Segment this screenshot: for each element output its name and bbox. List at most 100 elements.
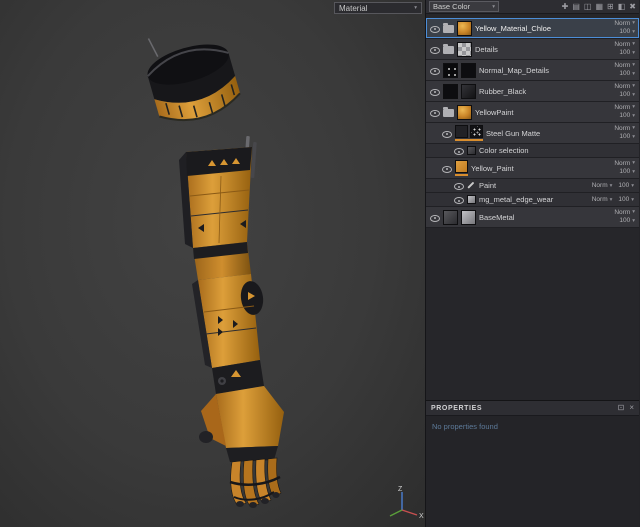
visibility-eye-icon[interactable]: [441, 163, 452, 174]
chevron-down-icon: ▾: [631, 196, 634, 203]
blend-mode-dropdown[interactable]: Norm ▾: [614, 20, 635, 28]
layer-row-normal-map-details[interactable]: Normal_Map_Details Norm ▾ 100 ▾: [426, 60, 639, 81]
opacity-dropdown[interactable]: 100 ▾: [619, 49, 635, 57]
mask-thumbnail[interactable]: [455, 125, 468, 138]
smart-material-icon[interactable]: ▦: [595, 2, 603, 11]
folder-icon: [443, 106, 454, 117]
opacity-dropdown[interactable]: 100 ▾: [618, 196, 634, 203]
texturing-app-window: Material ▾ Z X Base Color ▾ ✚ ▤ ◫ ▦ ⊞ ◧ …: [0, 0, 640, 527]
layer-thumbnail[interactable]: [461, 83, 476, 99]
visibility-eye-icon[interactable]: [441, 128, 452, 139]
axis-gizmo[interactable]: Z X: [382, 482, 426, 524]
folder-icon: [443, 22, 454, 33]
add-folder-icon[interactable]: ⊞: [607, 2, 614, 11]
add-mask-icon[interactable]: ◧: [618, 2, 626, 11]
chevron-down-icon: ▾: [632, 209, 635, 215]
shading-mode-dropdown[interactable]: Material ▾: [334, 2, 422, 14]
blend-opacity-controls: Norm ▾ 100 ▾: [614, 41, 636, 57]
opacity-dropdown[interactable]: 100 ▾: [619, 217, 635, 225]
mask-thumbnail[interactable]: [443, 62, 458, 78]
opacity-dropdown[interactable]: 100 ▾: [619, 133, 635, 141]
blend-mode-dropdown[interactable]: Norm ▾: [614, 160, 635, 168]
blend-mode-dropdown[interactable]: Norm ▾: [614, 125, 635, 133]
visibility-eye-icon[interactable]: [453, 180, 464, 191]
blend-mode-dropdown[interactable]: Norm ▾: [592, 182, 613, 189]
layer-thumbnail-group[interactable]: [455, 125, 483, 141]
layer-thumbnail[interactable]: [455, 160, 468, 173]
effect-row-color-selection[interactable]: Color selection: [426, 144, 639, 158]
layers-empty-area: [426, 228, 639, 400]
chevron-down-icon: ▾: [632, 217, 635, 224]
blend-mode-dropdown[interactable]: Norm ▾: [614, 62, 635, 70]
opacity-dropdown[interactable]: 100 ▾: [619, 28, 635, 36]
layer-name: BaseMetal: [479, 212, 515, 222]
visibility-eye-icon[interactable]: [453, 145, 464, 156]
layer-thumbnail[interactable]: [457, 104, 472, 120]
chevron-down-icon: ▾: [632, 20, 635, 26]
upper-arm-piece[interactable]: [179, 135, 257, 248]
chevron-down-icon: ▾: [632, 91, 635, 98]
layer-row-yellowpaint[interactable]: YellowPaint Norm ▾ 100 ▾: [426, 102, 639, 123]
viewport-3d[interactable]: Material ▾ Z X: [0, 0, 426, 527]
properties-title: PROPERTIES: [431, 404, 483, 412]
layer-thumbnail[interactable]: [457, 41, 472, 57]
layer-thumbnail-group[interactable]: [455, 160, 468, 176]
effect-row-mg-metal-edge-wear[interactable]: mg_metal_edge_wear Norm ▾ 100 ▾: [426, 193, 639, 207]
chevron-down-icon: ▾: [632, 104, 635, 110]
add-effect-icon[interactable]: ✚: [562, 2, 569, 11]
gizmo-x-label: X: [419, 513, 424, 520]
visibility-eye-icon[interactable]: [429, 107, 440, 118]
layer-name: Rubber_Black: [479, 86, 527, 96]
blend-mode-dropdown[interactable]: Norm ▾: [614, 209, 635, 217]
channel-dropdown[interactable]: Base Color ▾: [429, 1, 499, 12]
paint-layer-icon[interactable]: ▤: [572, 2, 580, 11]
effect-row-paint[interactable]: Paint Norm ▾ 100 ▾: [426, 179, 639, 193]
shoulder-armor-piece[interactable]: [138, 18, 244, 129]
layer-row-basemetal[interactable]: BaseMetal Norm ▾ 100 ▾: [426, 207, 639, 228]
visibility-eye-icon[interactable]: [429, 65, 440, 76]
fill-layer-icon[interactable]: ◫: [584, 2, 592, 11]
layer-row-yellow-paint[interactable]: Yellow_Paint Norm ▾ 100 ▾: [426, 158, 639, 179]
chevron-down-icon: ▾: [631, 182, 634, 189]
blend-mode-dropdown[interactable]: Norm ▾: [592, 196, 613, 203]
layer-row-rubber-black[interactable]: Rubber_Black Norm ▾ 100 ▾: [426, 81, 639, 102]
mask-thumbnail[interactable]: [443, 83, 458, 99]
blend-mode-dropdown[interactable]: Norm ▾: [614, 104, 635, 112]
visibility-eye-icon[interactable]: [429, 86, 440, 97]
blend-opacity-controls: Norm ▾ 100 ▾: [592, 182, 636, 189]
mask-thumbnail[interactable]: [443, 209, 458, 225]
opacity-dropdown[interactable]: 100 ▾: [619, 112, 635, 120]
delete-layer-icon[interactable]: ✖: [629, 2, 636, 11]
layer-thumbnail[interactable]: [470, 125, 483, 138]
layer-name: Details: [475, 44, 498, 54]
layer-row-details[interactable]: Details Norm ▾ 100 ▾: [426, 39, 639, 60]
chevron-down-icon: ▾: [632, 112, 635, 119]
effect-name: mg_metal_edge_wear: [479, 195, 554, 204]
layer-thumbnail[interactable]: [461, 209, 476, 225]
layer-row-yellow-material-chloe[interactable]: Yellow_Material_Chloe Norm ▾ 100 ▾: [426, 18, 639, 39]
layer-thumbnail[interactable]: [461, 62, 476, 78]
brush-icon: [467, 181, 476, 190]
hand-piece[interactable]: [199, 360, 284, 508]
visibility-eye-icon[interactable]: [429, 44, 440, 55]
layer-name: Yellow_Paint: [471, 163, 514, 173]
blend-opacity-controls: Norm ▾ 100 ▾: [614, 62, 636, 78]
visibility-eye-icon[interactable]: [429, 212, 440, 223]
forearm-piece[interactable]: [192, 242, 265, 368]
panel-float-icon[interactable]: ⊡: [618, 404, 625, 412]
chevron-down-icon: ▾: [632, 125, 635, 131]
effect-name: Paint: [479, 181, 497, 190]
panel-close-icon[interactable]: ×: [629, 404, 634, 412]
opacity-dropdown[interactable]: 100 ▾: [619, 91, 635, 99]
model-robot-arm[interactable]: [0, 0, 426, 527]
layer-thumbnail[interactable]: [457, 20, 472, 36]
opacity-dropdown[interactable]: 100 ▾: [619, 168, 635, 176]
layer-row-steel-gun-matte[interactable]: Steel Gun Matte Norm ▾ 100 ▾: [426, 123, 639, 144]
opacity-dropdown[interactable]: 100 ▾: [618, 182, 634, 189]
visibility-eye-icon[interactable]: [453, 194, 464, 205]
channel-value: Base Color: [433, 2, 471, 11]
visibility-eye-icon[interactable]: [429, 23, 440, 34]
blend-mode-dropdown[interactable]: Norm ▾: [614, 83, 635, 91]
opacity-dropdown[interactable]: 100 ▾: [619, 70, 635, 78]
blend-mode-dropdown[interactable]: Norm ▾: [614, 41, 635, 49]
